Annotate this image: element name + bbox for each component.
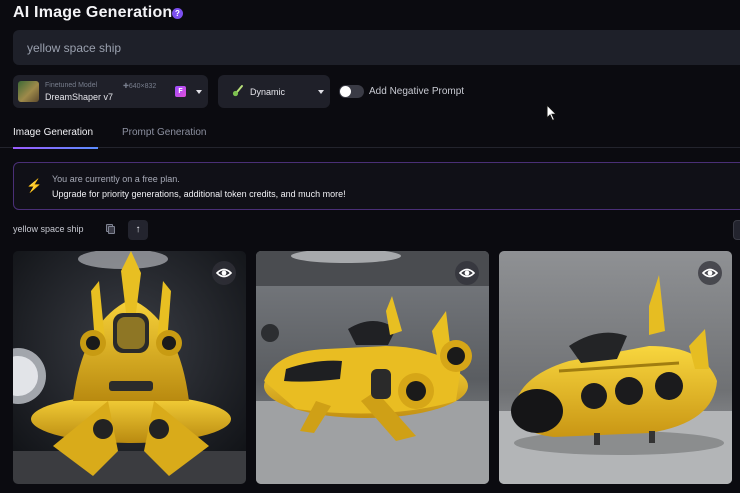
brush-icon [232, 85, 243, 97]
chevron-down-icon [318, 90, 324, 94]
lightning-icon: ⚡ [26, 178, 43, 193]
eye-icon [216, 268, 232, 278]
spaceship-image-3 [499, 251, 732, 484]
toggle-knob [340, 86, 351, 97]
spaceship-image-2 [256, 251, 489, 484]
chevron-down-icon [196, 90, 202, 94]
upgrade-banner[interactable]: ⚡ You are currently on a free plan. Upgr… [13, 162, 740, 210]
negative-prompt-label: Add Negative Prompt [369, 86, 465, 97]
tab-image-generation[interactable]: Image Generation [13, 127, 93, 138]
upgrade-message: Upgrade for priority generations, additi… [52, 189, 346, 199]
eye-icon [459, 268, 475, 278]
style-selector[interactable]: Dynamic [218, 75, 330, 108]
plan-notice: You are currently on a free plan. [52, 174, 180, 184]
tab-prompt-generation[interactable]: Prompt Generation [122, 127, 207, 138]
view-button[interactable] [455, 261, 479, 285]
model-dimensions: ✚640×832 [123, 83, 157, 90]
model-thumbnail [18, 81, 39, 102]
copy-icon[interactable] [101, 220, 119, 238]
tab-bar: Image Generation Prompt Generation [0, 120, 740, 149]
arrow-up-icon[interactable]: ↑ [128, 220, 148, 240]
page-title: AI Image Generation [13, 4, 173, 21]
model-selector[interactable]: Finetuned Model ✚640×832 DreamShaper v7 … [13, 75, 208, 108]
model-caption: Finetuned Model [45, 82, 98, 89]
eye-icon [702, 268, 718, 278]
view-button[interactable] [212, 261, 236, 285]
generated-image-3[interactable] [499, 251, 732, 484]
model-name: DreamShaper v7 [45, 92, 114, 102]
negative-prompt-toggle[interactable] [339, 85, 364, 98]
spaceship-image-1 [13, 251, 246, 484]
generated-image-1[interactable] [13, 251, 246, 484]
result-prompt-label: yellow space ship [13, 224, 84, 234]
prompt-field[interactable] [13, 30, 740, 65]
model-badge-icon: F [175, 86, 186, 97]
view-button[interactable] [698, 261, 722, 285]
copy-icon-front [108, 226, 115, 234]
generated-image-2[interactable] [256, 251, 489, 484]
active-tab-indicator [13, 147, 98, 149]
help-icon[interactable]: ? [172, 8, 183, 19]
more-options-button[interactable] [733, 220, 740, 240]
prompt-input[interactable] [13, 30, 740, 65]
style-label: Dynamic [250, 87, 286, 97]
